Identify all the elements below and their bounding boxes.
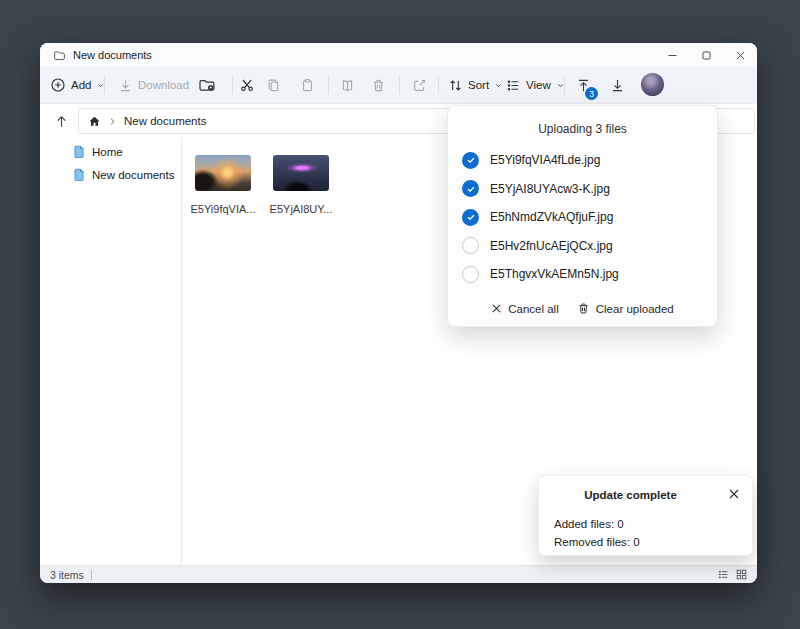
sort-button[interactable]: Sort <box>448 67 503 103</box>
sort-label: Sort <box>468 79 489 91</box>
cancel-all-label: Cancel all <box>508 303 559 315</box>
add-label: Add <box>71 79 91 91</box>
delete-button[interactable] <box>371 67 386 103</box>
user-avatar[interactable] <box>641 73 664 96</box>
view-icon <box>506 78 521 93</box>
toolbar-separator <box>232 76 233 94</box>
upload-item-name: E5Hv2fnUcAEjQCx.jpg <box>490 239 613 253</box>
download-tray-icon <box>610 78 625 93</box>
home-icon <box>88 115 101 128</box>
desktop: { "window": { "title": "New documents" }… <box>0 0 800 629</box>
toolbar-separator <box>104 76 105 94</box>
uploads-button[interactable]: 3 <box>576 67 591 103</box>
file-item[interactable]: E5YjAI8UY... <box>273 155 329 215</box>
upload-item-name: E5Yi9fqVIA4fLde.jpg <box>490 153 600 167</box>
plus-circle-icon <box>50 77 66 93</box>
window-title: New documents <box>73 49 152 61</box>
items-count: 3 items <box>50 569 84 581</box>
grid-view-icon[interactable] <box>736 569 747 580</box>
new-folder-button[interactable] <box>198 67 216 103</box>
upload-item-name: E5hNmdZVkAQfjuF.jpg <box>490 210 613 224</box>
upload-item: E5hNmdZVkAQfjuF.jpg <box>448 203 717 232</box>
sidebar-item-home[interactable]: Home <box>40 140 181 163</box>
view-label: View <box>526 79 551 91</box>
uploaded-check-icon <box>462 152 479 169</box>
pending-circle-icon <box>462 237 479 254</box>
rename-button[interactable] <box>340 67 355 103</box>
copy-button[interactable] <box>266 67 281 103</box>
clear-uploaded-label: Clear uploaded <box>596 303 674 315</box>
download-button[interactable]: Download <box>118 67 189 103</box>
download-icon <box>118 78 133 93</box>
toast-close-icon[interactable] <box>727 487 741 501</box>
status-bar: 3 items <box>40 565 757 583</box>
downloads-button[interactable] <box>610 67 625 103</box>
document-icon <box>73 168 85 181</box>
toolbar-separator <box>399 76 400 94</box>
scissors-icon <box>239 77 255 93</box>
new-folder-icon <box>198 77 216 93</box>
toast-title: Update complete <box>539 489 722 501</box>
file-thumbnail <box>195 155 251 191</box>
trash-icon <box>577 302 590 315</box>
file-name: E5YjAI8UY... <box>270 203 333 215</box>
file-item[interactable]: E5Yi9fqVIA... <box>195 155 251 215</box>
upload-progress-popup: Uploading 3 files E5Yi9fqVIA4fLde.jpg E5… <box>447 105 718 327</box>
pending-circle-icon <box>462 266 479 283</box>
breadcrumb-location[interactable]: New documents <box>124 115 206 127</box>
status-divider <box>91 570 92 580</box>
document-icon <box>73 145 85 158</box>
share-button[interactable] <box>412 67 427 103</box>
navigate-up-button[interactable] <box>52 112 70 130</box>
file-name: E5Yi9fqVIA... <box>190 203 255 215</box>
clear-uploaded-button[interactable]: Clear uploaded <box>577 302 674 315</box>
toast-added-files: Added files: 0 <box>554 518 624 530</box>
trash-icon <box>371 78 386 93</box>
toolbar-separator <box>328 76 329 94</box>
upload-item: E5Hv2fnUcAEjQCx.jpg <box>448 232 717 261</box>
sidebar-item-label: New documents <box>92 169 174 181</box>
toolbar-separator <box>438 76 439 94</box>
share-icon <box>412 78 427 93</box>
cancel-all-button[interactable]: Cancel all <box>491 303 559 315</box>
view-button[interactable]: View <box>506 67 565 103</box>
cut-button[interactable] <box>239 67 255 103</box>
paste-button[interactable] <box>300 67 315 103</box>
sidebar-item-new-documents[interactable]: New documents <box>40 163 181 186</box>
toast-removed-files: Removed files: 0 <box>554 536 640 548</box>
file-thumbnail <box>273 155 329 191</box>
sort-icon <box>448 78 463 93</box>
chevron-right-icon <box>108 117 117 126</box>
close-button[interactable] <box>723 43 757 67</box>
upload-item: E5ThgvxVkAEMn5N.jpg <box>448 260 717 289</box>
uploaded-check-icon <box>462 209 479 226</box>
update-toast: Update complete Added files: 0 Removed f… <box>538 475 753 556</box>
copy-icon <box>266 78 281 93</box>
details-view-icon[interactable] <box>718 569 729 580</box>
uploaded-check-icon <box>462 180 479 197</box>
sidebar-item-label: Home <box>92 146 123 158</box>
download-label: Download <box>138 79 189 91</box>
paste-icon <box>300 78 315 93</box>
window-folder-icon <box>53 49 66 62</box>
minimize-button[interactable] <box>655 43 689 67</box>
maximize-button[interactable] <box>689 43 723 67</box>
x-icon <box>491 303 502 314</box>
sidebar: Home New documents <box>40 137 182 565</box>
upload-item-name: E5ThgvxVkAEMn5N.jpg <box>490 267 619 281</box>
titlebar: New documents <box>40 43 757 67</box>
add-button[interactable]: Add <box>50 67 105 103</box>
toolbar-separator <box>564 76 565 94</box>
rename-icon <box>340 78 355 93</box>
upload-item: E5YjAI8UYAcw3-K.jpg <box>448 175 717 204</box>
upload-item: E5Yi9fqVIA4fLde.jpg <box>448 146 717 175</box>
upload-popup-title: Uploading 3 files <box>448 122 717 136</box>
chevron-down-icon <box>494 81 503 90</box>
upload-item-name: E5YjAI8UYAcw3-K.jpg <box>490 182 610 196</box>
upload-count-badge: 3 <box>585 87 598 100</box>
toolbar: Add Download <box>40 67 757 104</box>
